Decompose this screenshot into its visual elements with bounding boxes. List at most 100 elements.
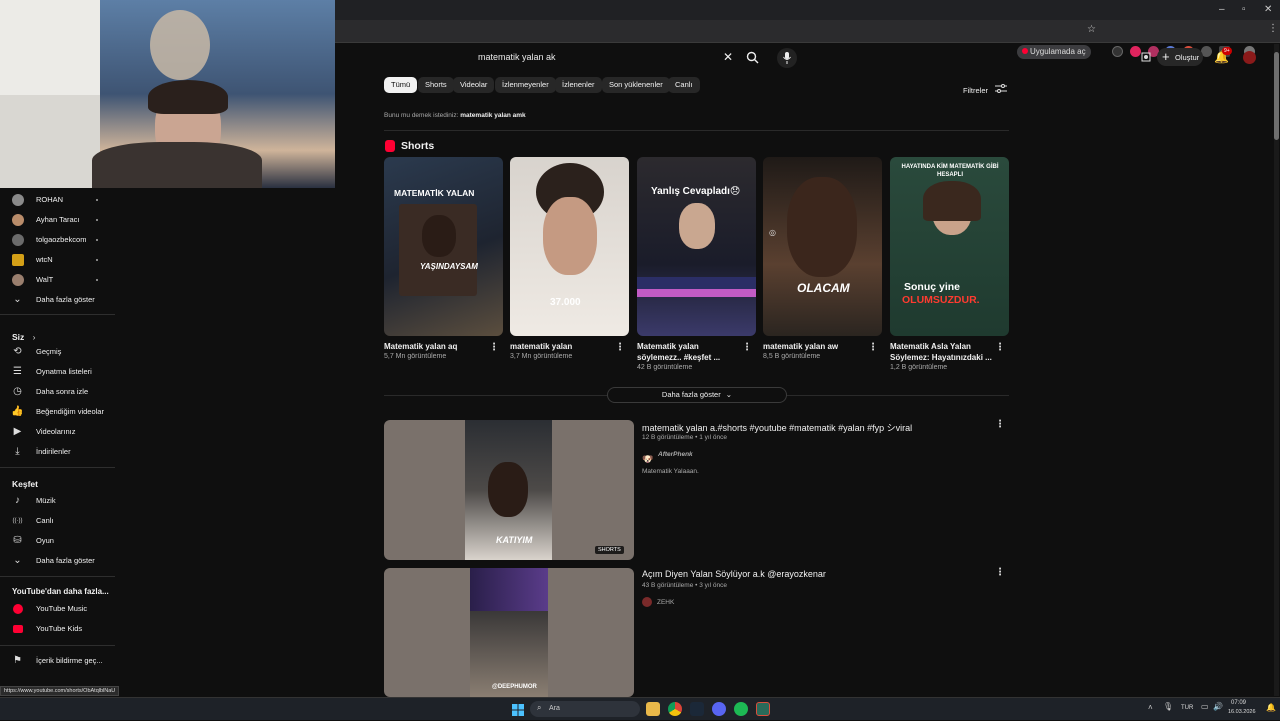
short-card[interactable]: 37.000 matematik yalan 3,7 Mn görüntülem… bbox=[510, 157, 629, 373]
short-thumbnail[interactable]: 37.000 bbox=[510, 157, 629, 336]
channel-name[interactable]: AfterPhenk bbox=[658, 451, 693, 458]
sidebar-item-report[interactable]: ⚑ İçerik bildirme geç... bbox=[0, 651, 115, 671]
short-thumbnail[interactable]: HAYATINDA KİM MATEMATİK GİBİ HESAPLI Son… bbox=[890, 157, 1009, 336]
channel-name[interactable]: ZEHK bbox=[657, 599, 674, 606]
short-card[interactable]: ◎ OLACAM matematik yalan aw 8,5 B görünt… bbox=[763, 157, 882, 373]
video-thumbnail[interactable]: KATIYIM SHORTS bbox=[384, 420, 634, 560]
restore-button[interactable]: ▫ bbox=[1242, 4, 1246, 15]
chevron-down-icon: ⌄ bbox=[725, 390, 733, 399]
chip-watched[interactable]: İzlenenler bbox=[555, 77, 602, 93]
file-explorer-icon[interactable] bbox=[646, 702, 660, 716]
menu-dots-icon[interactable]: ⋮ bbox=[1268, 23, 1278, 34]
more-options-icon[interactable]: ⋮ bbox=[995, 342, 1005, 353]
sidebar-item-playlists[interactable]: ☰ Oynatma listeleri bbox=[0, 362, 115, 382]
short-thumbnail[interactable]: MATEMATİK YALAN YAŞINDAYSAM bbox=[384, 157, 503, 336]
sidebar-item-youtube-music[interactable]: YouTube Music bbox=[0, 599, 115, 619]
did-you-mean-link[interactable]: matematik yalan amk bbox=[460, 112, 525, 119]
sidebar-item-downloads[interactable]: ⤓ İndirilenler bbox=[0, 442, 115, 462]
volume-icon[interactable]: 🔊 bbox=[1213, 702, 1223, 711]
steam-icon[interactable] bbox=[690, 702, 704, 716]
more-options-icon[interactable]: ⋮ bbox=[995, 419, 1005, 430]
short-title[interactable]: Matematik yalan aq bbox=[384, 341, 488, 352]
short-title[interactable]: Matematik yalan söylemezz.. #keşfet ... bbox=[637, 341, 741, 363]
short-title[interactable]: Matematik Asla Yalan Söylemez: Hayatınız… bbox=[890, 341, 994, 363]
short-title[interactable]: matematik yalan bbox=[510, 341, 614, 352]
short-card[interactable]: MATEMATİK YALAN YAŞINDAYSAM Matematik ya… bbox=[384, 157, 503, 373]
clear-search-icon[interactable]: ✕ bbox=[723, 50, 733, 64]
filters-label: Filtreler bbox=[963, 86, 989, 95]
sidebar-item-subscription[interactable]: WalT bbox=[0, 270, 115, 290]
chip-videos[interactable]: Videolar bbox=[453, 77, 495, 93]
more-options-icon[interactable]: ⋮ bbox=[742, 342, 752, 353]
sidebar-item-gaming[interactable]: ⛁ Oyun bbox=[0, 531, 115, 551]
taskbar-search[interactable]: ⌕ Ara bbox=[530, 701, 640, 717]
more-options-icon[interactable]: ⋮ bbox=[868, 342, 878, 353]
channel-avatar[interactable] bbox=[642, 597, 652, 607]
video-thumbnail[interactable]: @DEEPHUMOR bbox=[384, 568, 634, 697]
new-content-dot bbox=[96, 259, 98, 261]
chip-live[interactable]: Canlı bbox=[668, 77, 700, 93]
search-input[interactable]: matematik yalan ak bbox=[478, 52, 556, 62]
page-scrollbar[interactable] bbox=[1274, 44, 1279, 696]
chrome-icon[interactable] bbox=[668, 702, 682, 716]
network-icon[interactable]: ▭ bbox=[1201, 702, 1209, 711]
sidebar-item-live[interactable]: ((·)) Canlı bbox=[0, 511, 115, 531]
more-options-icon[interactable]: ⋮ bbox=[615, 342, 625, 353]
microphone-icon[interactable]: 🎙 bbox=[1163, 702, 1173, 711]
short-thumbnail[interactable]: Yanlış Cevapladı😞 bbox=[637, 157, 756, 336]
language-indicator[interactable]: TUR bbox=[1181, 705, 1193, 711]
windows-start-button[interactable] bbox=[512, 703, 524, 716]
notifications-button[interactable]: 🔔 9+ bbox=[1213, 47, 1232, 66]
cast-icon[interactable] bbox=[1140, 51, 1152, 63]
chip-all[interactable]: Tümü bbox=[384, 77, 418, 93]
chip-unwatched[interactable]: İzlenmeyenler bbox=[495, 77, 556, 93]
sidebar-item-history[interactable]: ⟲ Geçmiş bbox=[0, 342, 115, 362]
short-card[interactable]: Yanlış Cevapladı😞 Matematik yalan söylem… bbox=[637, 157, 756, 373]
spotify-icon[interactable] bbox=[734, 702, 748, 716]
voice-search-button[interactable] bbox=[777, 48, 797, 68]
sidebar-item-liked-videos[interactable]: 👍 Beğendiğim videolar bbox=[0, 402, 115, 422]
clock-date[interactable]: 16.03.2026 bbox=[1228, 709, 1256, 715]
scrollbar-thumb[interactable] bbox=[1274, 52, 1279, 140]
close-window-button[interactable]: ✕ bbox=[1264, 4, 1272, 15]
sidebar-item-subscription[interactable]: Ayhan Taracı bbox=[0, 210, 115, 230]
more-options-icon[interactable]: ⋮ bbox=[995, 567, 1005, 578]
search-box[interactable]: matematik yalan ak ✕ bbox=[466, 47, 768, 69]
chip-shorts[interactable]: Shorts bbox=[418, 77, 454, 93]
short-card[interactable]: HAYATINDA KİM MATEMATİK GİBİ HESAPLI Son… bbox=[890, 157, 1009, 373]
sidebar-item-youtube-kids[interactable]: YouTube Kids bbox=[0, 619, 115, 639]
sidebar-subs-show-more[interactable]: ⌄ Daha fazla göster bbox=[0, 290, 115, 310]
clock-time[interactable]: 07:09 bbox=[1231, 700, 1246, 706]
notification-center-icon[interactable]: 🔔 bbox=[1266, 703, 1276, 712]
create-button[interactable]: + Oluştur bbox=[1157, 48, 1203, 66]
star-icon[interactable]: ☆ bbox=[1087, 24, 1096, 35]
sidebar-item-subscription[interactable]: ROHAN bbox=[0, 190, 115, 210]
chevron-up-icon[interactable]: ˄ bbox=[1148, 703, 1153, 712]
search-icon[interactable] bbox=[746, 51, 759, 64]
sidebar-item-music[interactable]: ♪ Müzik bbox=[0, 491, 115, 511]
video-title[interactable]: matematik yalan a.#shorts #youtube #mate… bbox=[642, 421, 912, 434]
filters-button[interactable]: Filtreler bbox=[963, 80, 1008, 98]
sidebar-item-watch-later[interactable]: ◷ Daha sonra izle bbox=[0, 382, 115, 402]
video-icon: ▶ bbox=[13, 426, 22, 437]
video-title[interactable]: Açım Diyen Yalan Söylüyor a.k @erayozken… bbox=[642, 569, 826, 579]
avatar bbox=[12, 274, 24, 286]
chip-recently-uploaded[interactable]: Son yüklenenler bbox=[602, 77, 670, 93]
short-title[interactable]: matematik yalan aw bbox=[763, 341, 867, 352]
extension-icon[interactable] bbox=[1112, 46, 1123, 57]
avatar[interactable] bbox=[1243, 51, 1256, 64]
more-options-icon[interactable]: ⋮ bbox=[489, 342, 499, 353]
thumbnail-caption: OLUMSUZDUR. bbox=[902, 294, 980, 306]
channel-avatar[interactable]: 🐶 bbox=[642, 449, 654, 464]
app-icon[interactable] bbox=[756, 702, 770, 716]
open-in-app-button[interactable]: Uygulamada aç bbox=[1017, 45, 1091, 59]
discord-icon[interactable] bbox=[712, 702, 726, 716]
minimize-button[interactable]: – bbox=[1219, 4, 1225, 15]
show-more-shorts-button[interactable]: Daha fazla göster ⌄ bbox=[607, 387, 787, 403]
sidebar-item-subscription[interactable]: tolgaozbekcom bbox=[0, 230, 115, 250]
sidebar-item-subscription[interactable]: wtcN bbox=[0, 250, 115, 270]
sidebar-item-label: Oyun bbox=[36, 536, 54, 545]
sidebar-explore-show-more[interactable]: ⌄ Daha fazla göster bbox=[0, 551, 115, 571]
sidebar-item-your-videos[interactable]: ▶ Videolarınız bbox=[0, 422, 115, 442]
short-thumbnail[interactable]: ◎ OLACAM bbox=[763, 157, 882, 336]
